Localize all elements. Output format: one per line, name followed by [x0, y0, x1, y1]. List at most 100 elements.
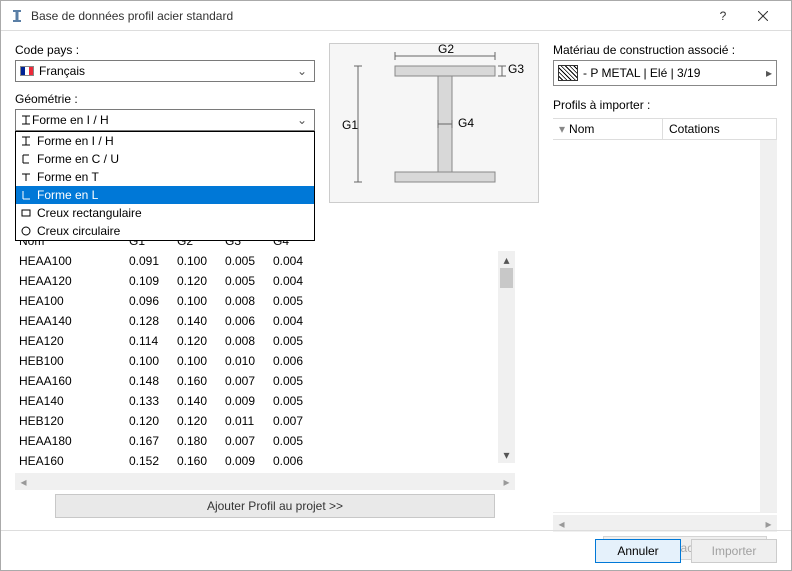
t-shape-icon: [20, 171, 32, 183]
app-icon: [9, 8, 25, 24]
cell-g4: 0.005: [273, 374, 321, 388]
window-title: Base de données profil acier standard: [31, 9, 703, 23]
geometry-option[interactable]: Forme en T: [16, 168, 314, 186]
country-combo[interactable]: Français ⌄: [15, 60, 315, 82]
cell-g3: 0.006: [225, 314, 273, 328]
cell-g2: 0.120: [177, 414, 225, 428]
geometry-option-label: Forme en L: [37, 188, 98, 202]
cell-nom: HEAA160: [19, 374, 129, 388]
cell-g1: 0.128: [129, 314, 177, 328]
rect-shape-icon: [20, 207, 32, 219]
geometry-option[interactable]: Creux circulaire: [16, 222, 314, 240]
i-shape-icon: [20, 135, 32, 147]
table-row[interactable]: HEAA1800.1670.1800.0070.005: [15, 431, 515, 451]
material-label: Matériau de construction associé :: [553, 43, 777, 57]
cell-nom: HEA140: [19, 394, 129, 408]
add-profile-label: Ajouter Profil au projet >>: [207, 499, 343, 513]
import-list-header: ▾Nom Cotations: [553, 118, 777, 140]
table-row[interactable]: HEAA1400.1280.1400.0060.004: [15, 311, 515, 331]
flag-icon: [20, 66, 34, 76]
close-button[interactable]: [743, 2, 783, 30]
help-button[interactable]: ?: [703, 2, 743, 30]
scroll-right-icon: ▸: [498, 473, 515, 490]
geometry-combo[interactable]: Forme en I / H ⌄ Forme en I / H Forme en…: [15, 109, 315, 131]
material-value: - P METAL | Elé | 3/19: [583, 66, 700, 80]
cancel-button[interactable]: Annuler: [595, 539, 681, 563]
cell-nom: HEA160: [19, 454, 129, 468]
cell-g1: 0.100: [129, 354, 177, 368]
cell-g1: 0.114: [129, 334, 177, 348]
cell-g4: 0.006: [273, 454, 321, 468]
dim-g4: G4: [458, 116, 474, 130]
title-bar: Base de données profil acier standard ?: [1, 1, 791, 31]
table-row[interactable]: HEAA1200.1090.1200.0050.004: [15, 271, 515, 291]
cell-g2: 0.140: [177, 314, 225, 328]
cell-g1: 0.133: [129, 394, 177, 408]
geometry-option[interactable]: Creux rectangulaire: [16, 204, 314, 222]
dim-g3: G3: [508, 62, 524, 76]
hatch-icon: [558, 65, 578, 81]
geometry-option[interactable]: Forme en C / U: [16, 150, 314, 168]
cell-g2: 0.180: [177, 434, 225, 448]
cell-nom: HEAA100: [19, 254, 129, 268]
col-nom-header[interactable]: ▾Nom: [553, 119, 663, 139]
cell-nom: HEA120: [19, 334, 129, 348]
country-value: Français: [39, 64, 85, 78]
col-cot-header[interactable]: Cotations: [663, 119, 777, 139]
table-row[interactable]: HEA1600.1520.1600.0090.006: [15, 451, 515, 471]
import-list: [553, 140, 777, 513]
chevron-down-icon: ⌄: [294, 113, 310, 127]
l-shape-icon: [20, 189, 32, 201]
cell-g4: 0.004: [273, 254, 321, 268]
table-row[interactable]: HEA1400.1330.1400.0090.005: [15, 391, 515, 411]
table-row[interactable]: HEA1000.0960.1000.0080.005: [15, 291, 515, 311]
cell-g3: 0.009: [225, 454, 273, 468]
table-body: ▴ ▾ HEAA1000.0910.1000.0050.004HEAA1200.…: [15, 251, 515, 471]
table-scrollbar-h[interactable]: ◂ ▸: [15, 473, 515, 490]
scroll-left-icon: ◂: [15, 473, 32, 490]
triangle-down-icon: ▾: [559, 122, 565, 136]
cell-g1: 0.091: [129, 254, 177, 268]
table-row[interactable]: HEAA1600.1480.1600.0070.005: [15, 371, 515, 391]
cell-nom: HEAA140: [19, 314, 129, 328]
triangle-right-icon: ▸: [766, 66, 772, 80]
geometry-option[interactable]: Forme en I / H: [16, 132, 314, 150]
import-label: Importer: [712, 544, 757, 558]
cell-g3: 0.007: [225, 374, 273, 388]
dialog-content: Code pays : Français ⌄ Géométrie : Forme…: [1, 31, 791, 570]
table-row[interactable]: HEAA1000.0910.1000.0050.004: [15, 251, 515, 271]
cell-g4: 0.005: [273, 294, 321, 308]
table-row[interactable]: HEA1200.1140.1200.0080.005: [15, 331, 515, 351]
cancel-label: Annuler: [617, 544, 658, 558]
cell-g2: 0.120: [177, 334, 225, 348]
cell-g2: 0.100: [177, 294, 225, 308]
cell-g4: 0.005: [273, 334, 321, 348]
country-label: Code pays :: [15, 43, 315, 57]
cell-g2: 0.120: [177, 274, 225, 288]
geometry-option-label: Creux rectangulaire: [37, 206, 142, 220]
i-shape-icon: [20, 114, 32, 126]
cell-nom: HEAA180: [19, 434, 129, 448]
cell-g4: 0.005: [273, 434, 321, 448]
profile-diagram: G1 G2 G3 G4: [329, 43, 539, 203]
add-profile-button[interactable]: Ajouter Profil au projet >>: [55, 494, 495, 518]
material-selector[interactable]: - P METAL | Elé | 3/19 ▸: [553, 60, 777, 86]
scroll-down-icon: ▾: [498, 446, 515, 463]
cell-g4: 0.007: [273, 414, 321, 428]
table-row[interactable]: HEB1200.1200.1200.0110.007: [15, 411, 515, 431]
geometry-label: Géométrie :: [15, 92, 315, 106]
geometry-option[interactable]: Forme en L: [16, 186, 314, 204]
dialog-window: Base de données profil acier standard ? …: [0, 0, 792, 571]
cell-g3: 0.007: [225, 434, 273, 448]
scrollbar-vertical[interactable]: [760, 140, 777, 512]
cell-g4: 0.005: [273, 394, 321, 408]
geometry-value: Forme en I / H: [32, 113, 109, 127]
scrollbar-vertical[interactable]: ▴ ▾: [498, 251, 515, 463]
scrollbar-thumb[interactable]: [500, 268, 513, 288]
chevron-down-icon: ⌄: [294, 64, 310, 78]
table-row[interactable]: HEB1000.1000.1000.0100.006: [15, 351, 515, 371]
cell-g2: 0.160: [177, 374, 225, 388]
cell-g3: 0.005: [225, 274, 273, 288]
cell-g1: 0.167: [129, 434, 177, 448]
import-button[interactable]: Importer: [691, 539, 777, 563]
